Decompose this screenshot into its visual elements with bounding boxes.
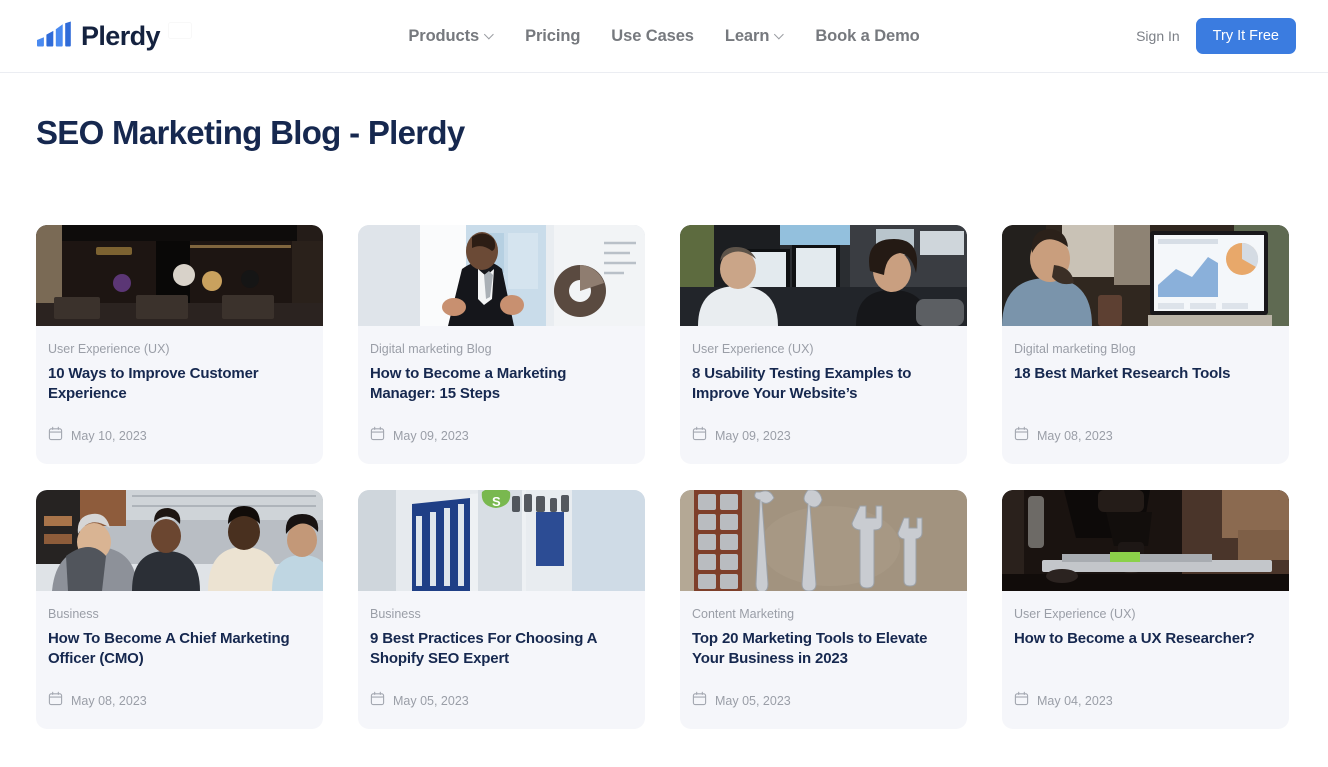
post-date: May 09, 2023 [393,430,469,443]
post-thumbnail: S [358,490,645,591]
chevron-down-icon [775,31,784,40]
main-navigation: Products Pricing Use Cases Learn Book a … [408,27,919,46]
calendar-icon [692,691,707,711]
post-meta: May 04, 2023 [1014,669,1277,729]
post-body: Business How To Become A Chief Marketing… [36,591,323,729]
post-date: May 08, 2023 [71,695,147,708]
nav-item-book-a-demo[interactable]: Book a Demo [815,27,919,46]
post-title: 8 Usability Testing Examples to Improve … [692,364,955,404]
calendar-icon [48,426,63,446]
post-category: Digital marketing Blog [370,342,633,357]
post-title: 9 Best Practices For Choosing A Shopify … [370,629,633,669]
post-meta: May 08, 2023 [48,669,311,729]
post-body: Business 9 Best Practices For Choosing A… [358,591,645,729]
post-category: Content Marketing [692,607,955,622]
post-meta: May 09, 2023 [692,404,955,464]
calendar-icon [48,691,63,711]
post-title: How To Become A Chief Marketing Officer … [48,629,311,669]
nav-item-products[interactable]: Products [408,27,494,46]
post-thumbnail [1002,225,1289,326]
post-thumbnail [680,225,967,326]
post-title: How to Become a Marketing Manager: 15 St… [370,364,633,404]
nav-item-use-cases[interactable]: Use Cases [611,27,694,46]
blog-post-card[interactable]: S Business 9 Best Practices For Choosing… [358,490,645,729]
post-body: User Experience (UX) 8 Usability Testing… [680,326,967,464]
post-thumbnail [680,490,967,591]
post-date: May 05, 2023 [715,695,791,708]
post-date: May 08, 2023 [1037,430,1113,443]
post-meta: May 05, 2023 [692,669,955,729]
page-content: SEO Marketing Blog - Plerdy [0,114,1328,729]
sign-in-link[interactable]: Sign In [1136,28,1180,44]
nav-item-pricing[interactable]: Pricing [525,27,580,46]
nav-item-pricing-label: Pricing [525,27,580,46]
site-header: Plerdy Products Pricing Use Cases Learn … [0,0,1328,73]
post-date: May 09, 2023 [715,430,791,443]
nav-item-book-a-demo-label: Book a Demo [815,27,919,46]
post-date: May 05, 2023 [393,695,469,708]
brand-logo-link[interactable]: Plerdy [36,21,191,52]
post-body: User Experience (UX) 10 Ways to Improve … [36,326,323,464]
chevron-down-icon [485,31,494,40]
blog-post-card[interactable]: User Experience (UX) How to Become a UX … [1002,490,1289,729]
page-title: SEO Marketing Blog - Plerdy [36,114,1292,152]
post-thumbnail [1002,490,1289,591]
header-actions: Sign In Try It Free [1136,18,1296,54]
post-category: Digital marketing Blog [1014,342,1277,357]
bar-chart-logo-icon [36,21,72,52]
post-body: Digital marketing Blog 18 Best Market Re… [1002,326,1289,464]
blog-post-grid: User Experience (UX) 10 Ways to Improve … [36,225,1292,729]
nav-item-learn[interactable]: Learn [725,27,784,46]
calendar-icon [1014,426,1029,446]
nav-item-products-label: Products [408,27,479,46]
post-body: Content Marketing Top 20 Marketing Tools… [680,591,967,729]
post-title: 18 Best Market Research Tools [1014,364,1277,384]
nav-item-use-cases-label: Use Cases [611,27,694,46]
post-meta: May 10, 2023 [48,404,311,464]
post-thumbnail [36,490,323,591]
blog-post-card[interactable]: Digital marketing Blog 18 Best Market Re… [1002,225,1289,464]
brand-name: Plerdy [81,23,160,50]
blog-post-card[interactable]: Digital marketing Blog How to Become a M… [358,225,645,464]
post-category: User Experience (UX) [692,342,955,357]
post-thumbnail [358,225,645,326]
blog-post-card[interactable]: Business How To Become A Chief Marketing… [36,490,323,729]
post-title: How to Become a UX Researcher? [1014,629,1277,649]
try-it-free-button[interactable]: Try It Free [1196,18,1296,54]
post-title: Top 20 Marketing Tools to Elevate Your B… [692,629,955,669]
post-category: Business [48,607,311,622]
blog-post-card[interactable]: User Experience (UX) 10 Ways to Improve … [36,225,323,464]
calendar-icon [370,426,385,446]
post-body: Digital marketing Blog How to Become a M… [358,326,645,464]
calendar-icon [692,426,707,446]
calendar-icon [1014,691,1029,711]
post-meta: May 08, 2023 [1014,404,1277,464]
blog-post-card[interactable]: Content Marketing Top 20 Marketing Tools… [680,490,967,729]
post-thumbnail [36,225,323,326]
post-body: User Experience (UX) How to Become a UX … [1002,591,1289,729]
post-meta: May 05, 2023 [370,669,633,729]
post-category: User Experience (UX) [48,342,311,357]
post-title: 10 Ways to Improve Customer Experience [48,364,311,404]
calendar-icon [370,691,385,711]
post-meta: May 09, 2023 [370,404,633,464]
post-date: May 10, 2023 [71,430,147,443]
post-category: Business [370,607,633,622]
post-date: May 04, 2023 [1037,695,1113,708]
post-category: User Experience (UX) [1014,607,1277,622]
ukraine-flag-icon [169,23,191,38]
blog-post-card[interactable]: User Experience (UX) 8 Usability Testing… [680,225,967,464]
svg-text:S: S [492,494,501,509]
nav-item-learn-label: Learn [725,27,769,46]
